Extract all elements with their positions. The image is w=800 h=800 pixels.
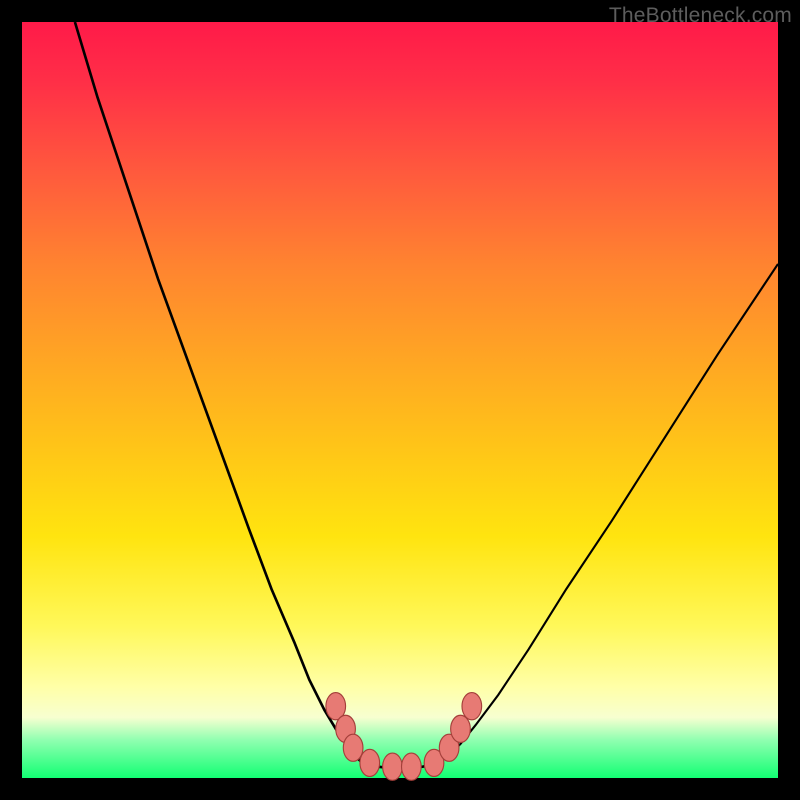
chart-frame: TheBottleneck.com [0,0,800,800]
bottleneck-curve [22,22,778,778]
valley-marker [383,753,403,780]
curve-left-branch [75,22,362,763]
valley-marker [360,749,380,776]
curve-right-branch [438,264,778,763]
valley-marker [451,715,471,742]
valley-marker [402,753,422,780]
valley-marker [343,734,363,761]
valley-marker-group [326,693,482,781]
valley-marker [462,693,482,720]
